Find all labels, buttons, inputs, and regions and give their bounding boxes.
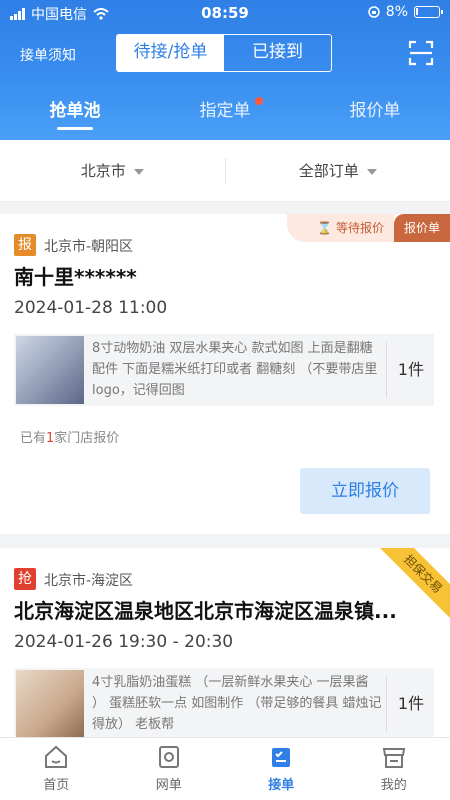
home-icon <box>45 745 68 768</box>
card-status-tags: ⌛ 等待报价 报价单 <box>287 214 450 242</box>
divider <box>386 342 387 398</box>
order-item[interactable]: 8寸动物奶油 双层水果夹心 款式如图 上面是翻糖配件 下面是糯米纸打印或者 翻糖… <box>14 334 434 406</box>
store-icon <box>382 748 405 768</box>
scan-icon[interactable] <box>408 40 434 66</box>
tab-assigned[interactable]: 指定单 <box>150 88 300 138</box>
quote-count: 已有1家门店报价 <box>20 431 120 446</box>
product-image <box>16 670 84 738</box>
notification-dot <box>254 97 263 105</box>
status-bar: 中国电信 08:59 8% <box>0 0 450 28</box>
chevron-down-icon <box>133 168 144 175</box>
order-type-switch: 待接/抢单 已接到 <box>116 34 332 72</box>
divider <box>386 676 387 732</box>
hourglass-icon: ⌛ <box>317 221 332 235</box>
nav-home[interactable]: 首页 <box>0 738 113 800</box>
nav-mine[interactable]: 我的 <box>338 738 450 800</box>
order-datetime: 2024-01-28 11:00 <box>14 298 168 318</box>
quote-now-button[interactable]: 立即报价 <box>300 468 430 514</box>
nav-label: 网单 <box>155 778 182 793</box>
battery-icon <box>414 6 443 18</box>
header: 中国电信 08:59 8% 接单须知 待接/抢单 已接到 抢单池 指定单 报价单 <box>0 0 450 140</box>
product-description: 4寸乳脂奶油蛋糕 （一层新鲜水果夹心 一层果酱 ） 蛋糕胚软一点 如图制作 （带… <box>92 675 382 732</box>
order-rules-link[interactable]: 接单须知 <box>20 45 76 65</box>
nav-label: 接单 <box>268 778 295 793</box>
document-icon <box>158 746 179 768</box>
product-quantity: 1件 <box>397 360 425 379</box>
product-image <box>16 336 84 404</box>
tab-quotes[interactable]: 报价单 <box>300 88 450 138</box>
status-tag: ⌛ 等待报价 <box>287 214 394 242</box>
order-item[interactable]: 4寸乳脂奶油蛋糕 （一层新鲜水果夹心 一层果酱 ） 蛋糕胚软一点 如图制作 （带… <box>14 668 434 738</box>
order-type-badge: 报 <box>14 234 36 256</box>
nav-web-orders[interactable]: 网单 <box>113 738 226 800</box>
active-tab-indicator <box>57 127 93 130</box>
order-card[interactable]: 担保交易 抢 北京市-海淀区 北京海淀区温泉地区北京市海淀区温泉镇... 202… <box>0 548 450 738</box>
nav-label: 我的 <box>380 778 407 793</box>
chevron-down-icon <box>366 168 377 175</box>
nav-label: 首页 <box>43 778 70 793</box>
checklist-icon <box>272 748 291 767</box>
tab-label: 报价单 <box>349 101 401 121</box>
city-filter-label: 北京市 <box>80 162 126 180</box>
order-location: 北京市-海淀区 <box>44 573 134 589</box>
city-filter[interactable]: 北京市 <box>0 160 225 181</box>
battery-percent: 8% <box>385 4 408 20</box>
order-title: 南十里****** <box>14 265 137 289</box>
order-datetime: 2024-01-26 19:30 - 20:30 <box>14 632 234 652</box>
order-filter[interactable]: 全部订单 <box>226 160 450 181</box>
tab-received[interactable]: 已接到 <box>224 35 331 71</box>
type-tag: 报价单 <box>393 214 450 242</box>
order-card[interactable]: ⌛ 等待报价 报价单 报 北京市-朝阳区 南十里****** 2024-01-28… <box>0 214 450 534</box>
filter-bar: 北京市 全部订单 <box>0 140 450 202</box>
product-description: 8寸动物奶油 双层水果夹心 款式如图 上面是翻糖配件 下面是糯米纸打印或者 翻糖… <box>92 341 378 398</box>
nav-receive-orders[interactable]: 接单 <box>225 738 338 800</box>
order-type-badge: 抢 <box>14 568 36 590</box>
tab-pending-grab[interactable]: 待接/抢单 <box>117 35 224 71</box>
order-location: 北京市-朝阳区 <box>44 239 134 255</box>
product-quantity: 1件 <box>397 694 425 713</box>
rotation-lock-icon <box>368 6 380 18</box>
tab-label: 指定单 <box>199 101 251 121</box>
bottom-nav: 首页 网单 接单 我的 <box>0 737 450 800</box>
order-filter-label: 全部订单 <box>298 162 359 180</box>
order-title: 北京海淀区温泉地区北京市海淀区温泉镇... <box>14 599 397 623</box>
tab-label: 抢单池 <box>49 101 101 121</box>
tab-grab-pool[interactable]: 抢单池 <box>0 88 150 138</box>
